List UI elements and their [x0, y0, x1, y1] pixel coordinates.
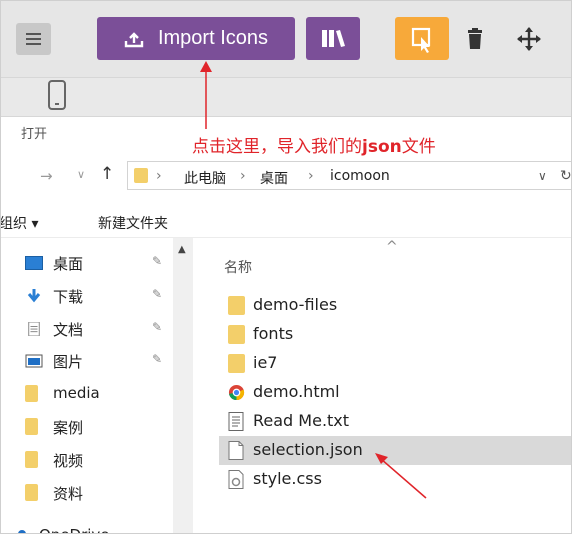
file-item[interactable]: fonts	[219, 320, 571, 349]
file-item[interactable]: Read Me.txt	[219, 407, 571, 436]
sidebar-item-label: media	[53, 384, 100, 402]
address-bar[interactable]: › 此电脑 › 桌面 › icomoon ∨ ↻	[127, 161, 571, 190]
sidebar-item-label: 下载	[53, 288, 84, 306]
sidebar-item-downloads[interactable]: 下载 ✎	[1, 281, 171, 311]
text-file-icon	[228, 412, 244, 431]
sidebar-item-label: 视频	[53, 452, 84, 470]
dialog-title: 打开	[21, 127, 48, 142]
select-tool-button[interactable]	[395, 17, 449, 60]
menu-button[interactable]	[16, 23, 51, 55]
picture-icon	[25, 354, 43, 368]
file-item[interactable]: demo.html	[219, 378, 571, 407]
select-cursor-icon	[411, 27, 431, 53]
folder-icon	[228, 354, 245, 373]
scroll-up-icon[interactable]: ▲	[178, 244, 186, 255]
annotation-text-part1: 点击这里，导入我们的	[192, 137, 362, 157]
import-icons-button[interactable]: Import Icons	[97, 17, 295, 60]
folder-icon	[228, 325, 245, 344]
import-icons-label: Import Icons	[157, 27, 269, 49]
sidebar-item-label: 案例	[53, 419, 84, 437]
annotation-text-part2: 文件	[401, 137, 436, 157]
file-name: ie7	[253, 353, 278, 372]
chrome-icon	[228, 384, 245, 401]
sidebar-item-label: 资料	[53, 485, 84, 503]
pin-icon[interactable]: ✎	[152, 287, 162, 301]
refresh-icon[interactable]: ↻	[560, 168, 571, 184]
phone-icon	[48, 80, 66, 110]
organize-button[interactable]: 组织 ▾	[1, 213, 38, 233]
folder-icon	[228, 296, 245, 315]
sidebar-item-documents[interactable]: 文档 ✎	[1, 314, 171, 344]
annotation-text-bold: json	[362, 137, 402, 157]
sidebar-item-cases[interactable]: 案例	[1, 412, 171, 442]
library-button[interactable]	[306, 17, 360, 60]
css-file-icon	[228, 470, 244, 489]
sidebar-item-media[interactable]: media	[1, 379, 171, 409]
sidebar-scrollbar[interactable]: ▲	[173, 238, 193, 533]
pin-icon[interactable]: ✎	[152, 320, 162, 334]
file-name: selection.json	[253, 440, 363, 459]
breadcrumb-this-pc[interactable]: 此电脑	[184, 168, 226, 188]
folder-icon	[25, 385, 38, 402]
icon-preview-strip	[1, 77, 571, 117]
document-icon	[28, 322, 40, 336]
command-bar: 组织 ▾ 新建文件夹	[1, 203, 571, 238]
pin-icon[interactable]: ✎	[152, 254, 162, 268]
breadcrumb-separator: ›	[240, 168, 246, 184]
move-tool-button[interactable]	[511, 23, 547, 55]
screenshot-frame: Import Icons 打开 点击这里，导入我们的json文件 → ∨ ↑ ›…	[0, 0, 572, 534]
icomoon-toolbar: Import Icons	[1, 1, 571, 77]
delete-tool-button[interactable]	[457, 23, 493, 55]
file-name: style.css	[253, 469, 322, 488]
up-arrow-icon[interactable]: ↑	[100, 164, 114, 184]
sidebar-item-onedrive[interactable]: OneDrive	[1, 521, 171, 533]
move-icon	[517, 27, 541, 51]
annotation-text: 点击这里，导入我们的json文件	[192, 132, 436, 157]
file-name: demo.html	[253, 382, 340, 401]
breadcrumb-separator: ›	[308, 168, 314, 184]
sidebar-item-label: 图片	[53, 353, 84, 371]
sort-caret-icon: ^	[386, 239, 398, 255]
file-name: fonts	[253, 324, 294, 343]
column-header-name[interactable]: 名称	[224, 257, 252, 277]
breadcrumb-icomoon[interactable]: icomoon	[330, 168, 390, 184]
back-arrow-icon[interactable]: →	[40, 167, 53, 185]
cloud-icon	[18, 530, 26, 533]
file-icon	[228, 441, 244, 460]
pin-icon[interactable]: ✎	[152, 352, 162, 366]
library-icon	[322, 30, 345, 47]
sidebar-item-label: OneDrive	[39, 526, 110, 533]
sidebar-item-videos[interactable]: 视频	[1, 445, 171, 475]
folder-icon	[25, 484, 38, 501]
recent-dropdown-icon[interactable]: ∨	[77, 168, 85, 181]
file-item[interactable]: ie7	[219, 349, 571, 378]
file-item-selected[interactable]: selection.json	[219, 436, 571, 465]
sidebar-item-pictures[interactable]: 图片 ✎	[1, 346, 171, 376]
file-name: demo-files	[253, 295, 338, 314]
file-item[interactable]: style.css	[219, 465, 571, 494]
sidebar-item-label: 文档	[53, 321, 84, 339]
sidebar-item-materials[interactable]: 资料	[1, 478, 171, 508]
folder-icon	[25, 451, 38, 468]
folder-icon	[25, 418, 38, 435]
download-icon	[27, 289, 41, 303]
breadcrumb-separator: ›	[156, 168, 162, 184]
navigation-pane: 桌面 ✎ 下载 ✎ 文档 ✎ 图片 ✎ media 案例 视频 资料	[1, 238, 171, 533]
folder-icon	[134, 168, 148, 183]
upload-icon	[124, 31, 144, 47]
sidebar-item-label: 桌面	[53, 255, 84, 273]
file-item[interactable]: demo-files	[219, 291, 571, 320]
desktop-icon	[25, 256, 43, 270]
address-dropdown-icon[interactable]: ∨	[538, 169, 547, 183]
breadcrumb-desktop[interactable]: 桌面	[260, 168, 288, 188]
new-folder-button[interactable]: 新建文件夹	[98, 213, 168, 233]
file-name: Read Me.txt	[253, 411, 350, 430]
sidebar-item-desktop[interactable]: 桌面 ✎	[1, 248, 171, 278]
trash-icon	[468, 28, 482, 49]
